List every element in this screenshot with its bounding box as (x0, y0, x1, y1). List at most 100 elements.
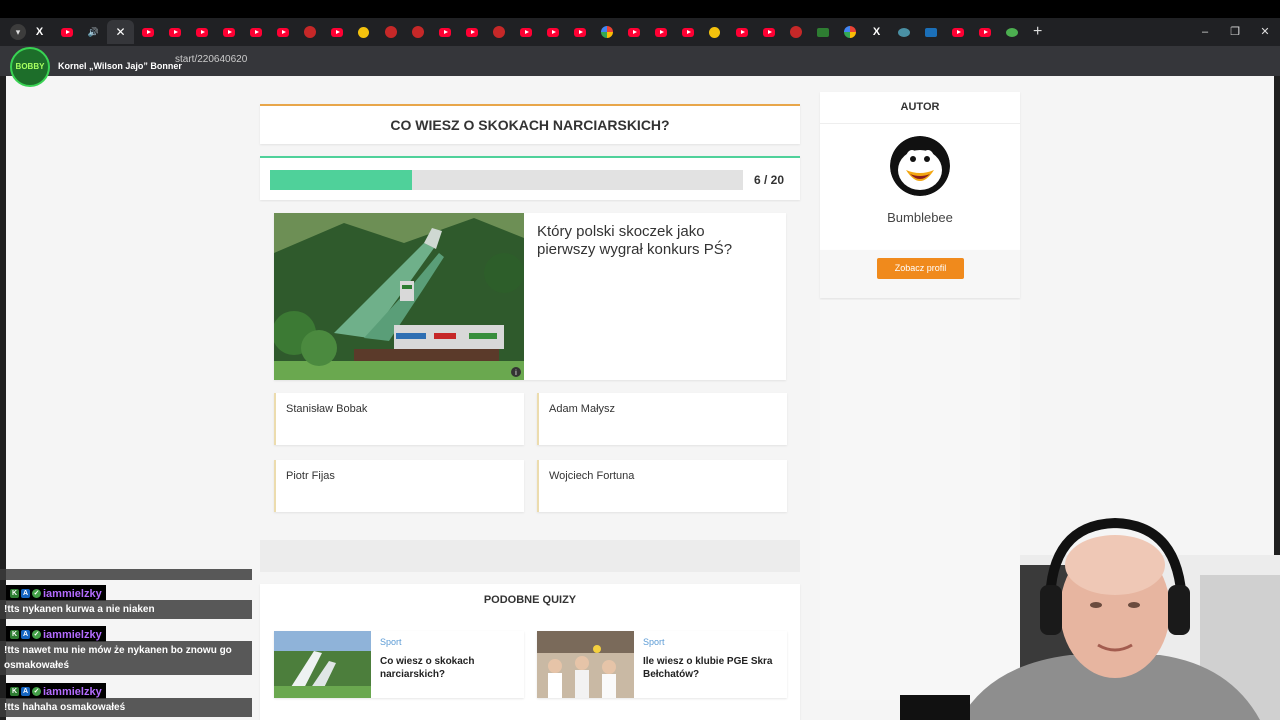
tab-youtube[interactable] (647, 20, 674, 44)
youtube-icon (654, 27, 667, 37)
tab-youtube[interactable] (539, 20, 566, 44)
author-name[interactable]: Bumblebee (820, 210, 1020, 225)
youtube-icon (978, 27, 991, 37)
tab-youtube[interactable] (161, 20, 188, 44)
tab-youtube[interactable] (944, 20, 971, 44)
webcam-overlay (900, 505, 1280, 720)
similar-title: PODOBNE QUIZY (483, 594, 577, 606)
answer-option[interactable]: Adam Małysz (537, 393, 787, 445)
similar-quiz-name[interactable]: Ile wiesz o klubie PGE Skra Bełchatów? (643, 655, 783, 681)
penguin-avatar-icon (890, 136, 950, 196)
x-icon: X (872, 26, 881, 38)
tab-site[interactable] (890, 20, 917, 44)
tab-youtube[interactable] (323, 20, 350, 44)
answer-option[interactable]: Stanisław Bobak (274, 393, 524, 445)
youtube-icon (141, 27, 154, 37)
browser-tab-bar: ▾ X 🔊 ✕ X + – ❐ ✕ (0, 18, 1280, 46)
tab-youtube[interactable] (242, 20, 269, 44)
tab-youtube[interactable] (728, 20, 755, 44)
answer-option[interactable]: Piotr Fijas (274, 460, 524, 512)
tab-youtube[interactable] (971, 20, 998, 44)
tab-site[interactable] (701, 20, 728, 44)
site-icon (303, 26, 316, 38)
youtube-icon (627, 27, 640, 37)
tab-site[interactable] (404, 20, 431, 44)
badge-icon (358, 26, 369, 38)
minimize-button[interactable]: – (1190, 18, 1220, 46)
new-tab-button[interactable]: + (1033, 23, 1042, 41)
tab-youtube[interactable] (188, 20, 215, 44)
tab-site[interactable] (809, 20, 836, 44)
tab-youtube[interactable] (458, 20, 485, 44)
channel-logo: BOBBY (10, 47, 50, 87)
site-icon (384, 26, 397, 38)
badge-icon (709, 26, 720, 38)
tab-site[interactable] (782, 20, 809, 44)
url-text[interactable]: start/220640620 (175, 54, 247, 65)
youtube-icon (573, 27, 586, 37)
tab-site[interactable] (350, 20, 377, 44)
tab-site[interactable] (296, 20, 323, 44)
author-footer: Zobacz profil (820, 250, 1020, 298)
site-icon (897, 27, 910, 37)
similar-quiz-item[interactable]: Sport Ile wiesz o klubie PGE Skra Bełcha… (537, 631, 787, 698)
youtube-icon (519, 27, 532, 37)
tab-youtube[interactable] (620, 20, 647, 44)
tab-youtube[interactable] (53, 20, 80, 44)
youtube-icon (681, 27, 694, 37)
question-image: i (274, 213, 524, 380)
tab-youtube[interactable] (431, 20, 458, 44)
svg-text:i: i (515, 369, 517, 377)
streamer-webcam-image (900, 517, 1280, 720)
close-window-button[interactable]: ✕ (1250, 18, 1280, 46)
tab-google[interactable] (836, 20, 863, 44)
tab-youtube[interactable] (512, 20, 539, 44)
restore-button[interactable]: ❐ (1220, 18, 1250, 46)
ski-jump-photo: i (274, 213, 524, 380)
question-box: i Który polski skoczek jako pierwszy wyg… (274, 213, 786, 380)
tab-active[interactable]: ✕ (107, 20, 134, 44)
ad-placeholder (260, 540, 800, 572)
similar-category[interactable]: Sport (380, 637, 402, 647)
tab-steam[interactable] (917, 20, 944, 44)
youtube-icon (465, 27, 478, 37)
youtube-icon (438, 27, 451, 37)
youtube-icon (762, 27, 775, 37)
answer-option[interactable]: Wojciech Fortuna (537, 460, 787, 512)
similar-quiz-name[interactable]: Co wiesz o skokach narciarskich? (380, 655, 520, 681)
tab-youtube[interactable] (269, 20, 296, 44)
avatar[interactable] (890, 136, 950, 196)
tab-google[interactable] (593, 20, 620, 44)
x-icon: X (35, 26, 44, 38)
tab-youtube[interactable] (134, 20, 161, 44)
similar-category[interactable]: Sport (643, 637, 665, 647)
view-profile-button[interactable]: Zobacz profil (877, 258, 964, 279)
author-header: AUTOR (820, 92, 1020, 124)
youtube-icon (60, 27, 73, 37)
similar-thumbnail (274, 631, 371, 698)
tab-youtube[interactable] (215, 20, 242, 44)
youtube-icon (735, 27, 748, 37)
site-icon (789, 26, 802, 38)
similar-quizzes: PODOBNE QUIZY Sport Co wiesz o skokach n… (260, 584, 800, 720)
tab-youtube[interactable] (755, 20, 782, 44)
similar-quiz-item[interactable]: Sport Co wiesz o skokach narciarskich? (274, 631, 524, 698)
author-card: AUTOR Bumblebee (820, 92, 1020, 250)
site-icon (492, 26, 505, 38)
tab-x[interactable]: X (26, 20, 53, 44)
site-icon (816, 27, 829, 37)
tab-search-icon[interactable]: ▾ (10, 24, 26, 40)
youtube-icon (249, 27, 262, 37)
tab-site[interactable] (998, 20, 1025, 44)
tab-youtube[interactable] (674, 20, 701, 44)
question-text: Który polski skoczek jako pierwszy wygra… (537, 223, 733, 258)
tab-x[interactable]: X (863, 20, 890, 44)
tab-site[interactable] (485, 20, 512, 44)
youtube-icon (276, 27, 289, 37)
progress-fill (270, 170, 412, 190)
close-tab-icon[interactable]: ✕ (115, 25, 125, 39)
tab-youtube[interactable] (566, 20, 593, 44)
tab-audio[interactable]: 🔊 (80, 20, 107, 44)
tab-site[interactable] (377, 20, 404, 44)
youtube-icon (330, 27, 343, 37)
